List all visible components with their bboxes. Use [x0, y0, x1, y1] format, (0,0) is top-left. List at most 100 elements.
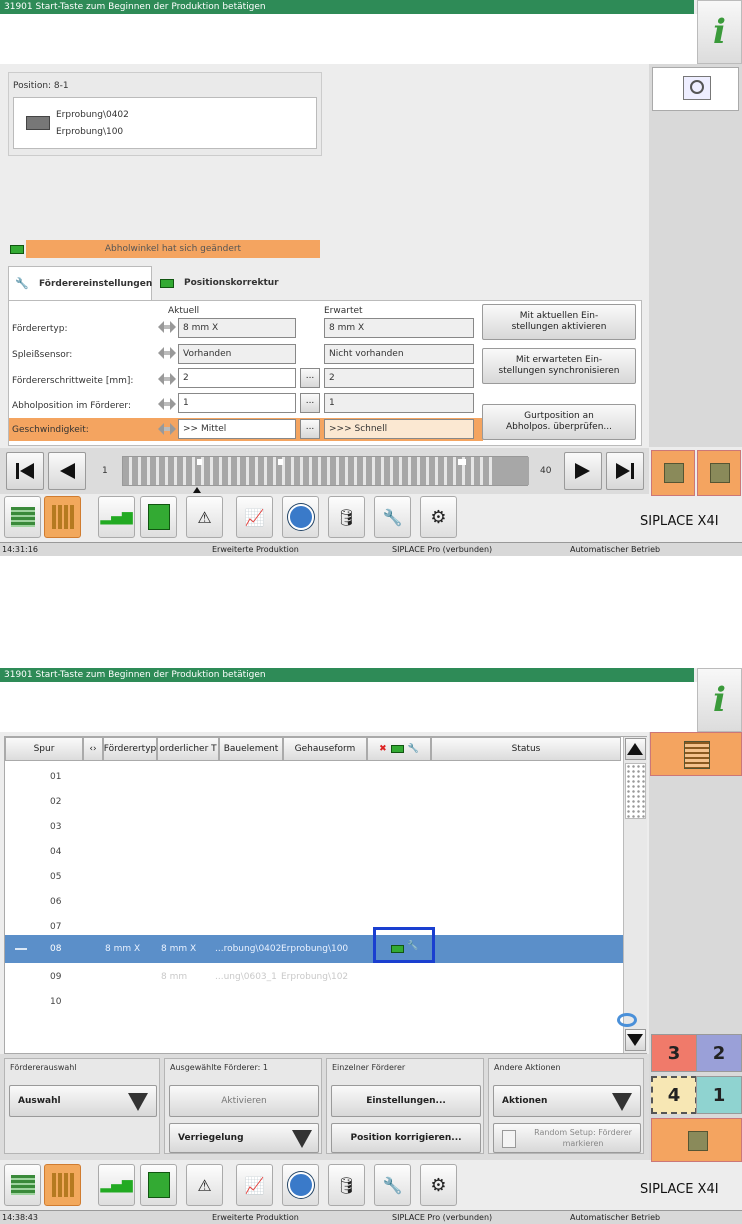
current-feed-pitch-input[interactable]: 2: [178, 368, 296, 388]
toolbar-feeder-grid-button[interactable]: [44, 1164, 81, 1206]
correct-position-button[interactable]: Position korrigieren...: [331, 1123, 481, 1153]
refresh-icon[interactable]: [617, 1013, 637, 1027]
table-row[interactable]: 01: [5, 765, 623, 790]
last-button[interactable]: [606, 452, 644, 490]
row-package: Erprobung\102: [281, 972, 349, 982]
transfer-feeder-all-button[interactable]: [697, 450, 741, 496]
tab-position-correction[interactable]: Positionskorrektur: [154, 268, 304, 298]
table-row[interactable]: 02: [5, 790, 623, 815]
header-feeder-type[interactable]: Förderertyp: [103, 737, 157, 761]
warning-bar: Abholwinkel hat sich geändert: [8, 240, 320, 258]
toolbar-warning-list-button[interactable]: ⚠: [186, 496, 223, 538]
toolbar-money-button[interactable]: [4, 496, 41, 538]
check-tape-position-button[interactable]: Gurtposition an Abholpos. überprüfen...: [482, 404, 636, 440]
toolbar-bar-chart-button[interactable]: ▂▄▆: [98, 1164, 135, 1206]
settings-button[interactable]: Einstellungen...: [331, 1085, 481, 1117]
toolbar-settings-button[interactable]: ⚙: [420, 1164, 457, 1206]
status-time: 14:31:16: [2, 545, 38, 554]
toolbar-settings-button[interactable]: ⚙: [420, 496, 457, 538]
activate-current-settings-button[interactable]: Mit aktuellen Ein-stellungen aktivieren: [482, 304, 636, 340]
lock-dropdown[interactable]: Verriegelung: [169, 1123, 319, 1153]
transfer-feeder-button[interactable]: [651, 450, 695, 496]
header-required-label: orderlicher T: [159, 744, 217, 754]
row-component: ...ung\0603_1: [215, 972, 277, 982]
transfer-feeder-button[interactable]: [651, 1118, 742, 1162]
activate-button[interactable]: Aktivieren: [169, 1085, 319, 1117]
expected-pickup-position: 1: [324, 393, 474, 413]
toolbar-board-button[interactable]: [140, 1164, 177, 1206]
bar-chart-icon: ▂▄▆: [100, 1177, 133, 1193]
transfer-arrow-icon[interactable]: [158, 346, 176, 360]
random-setup-icon: [502, 1130, 516, 1148]
table-row[interactable]: 10: [5, 990, 623, 1015]
tab-feeder-settings[interactable]: 🔧 Förderereinstellungen: [8, 266, 152, 300]
brand-label: SIPLACE X4I: [640, 1182, 719, 1197]
tile-3[interactable]: 3: [651, 1034, 697, 1072]
header-package[interactable]: Gehauseform: [283, 737, 367, 761]
toolbar-oilcan-button[interactable]: 🛢: [328, 496, 365, 538]
table-row[interactable]: 05: [5, 865, 623, 890]
current-pickup-position-input[interactable]: 1: [178, 393, 296, 413]
toolbar-oilcan-button[interactable]: 🛢: [328, 1164, 365, 1206]
transfer-arrow-icon[interactable]: [158, 372, 176, 386]
first-button[interactable]: [6, 452, 44, 490]
toolbar-nozzle-button[interactable]: 🔧: [374, 1164, 411, 1206]
toolbar-trend-chart-button[interactable]: 📈: [236, 496, 273, 538]
transfer-arrow-icon[interactable]: [158, 397, 176, 411]
header-icons[interactable]: ✖ 🔧: [367, 737, 431, 761]
transfer-arrow-icon[interactable]: [158, 320, 176, 334]
header-required-type[interactable]: orderlicher T: [157, 737, 219, 761]
position-panel: Position: 8-1 Erprobung\0402 Erprobung\1…: [8, 72, 322, 156]
magnifier-icon: [683, 76, 711, 100]
toolbar-nozzle-button[interactable]: 🔧: [374, 496, 411, 538]
feeder-table: Spur ‹› Förderertyp orderlicher T Bauele…: [4, 736, 647, 1054]
nozzle-icon: 🔧: [382, 507, 403, 527]
scroll-thumb[interactable]: [625, 763, 646, 819]
header-status[interactable]: Status: [431, 737, 621, 761]
random-setup-button[interactable]: Random Setup: Förderer markieren: [493, 1123, 641, 1153]
oilcan-icon: 🛢: [336, 507, 357, 527]
selection-dropdown[interactable]: Auswahl: [9, 1085, 157, 1117]
position-slider[interactable]: [122, 456, 529, 486]
feed-pitch-browse-button[interactable]: ...: [300, 368, 320, 388]
header-swap[interactable]: ‹›: [83, 737, 103, 761]
status-mode: Erweiterte Produktion: [212, 1213, 299, 1222]
toolbar-camera-button[interactable]: [282, 496, 319, 538]
table-row[interactable]: 03: [5, 815, 623, 840]
actions-dropdown[interactable]: Aktionen: [493, 1085, 641, 1117]
tile-1[interactable]: 1: [696, 1076, 742, 1114]
header-spur[interactable]: Spur: [5, 737, 83, 761]
list-view-button[interactable]: [650, 732, 742, 776]
info-button[interactable]: i: [697, 0, 742, 64]
table-row-selected[interactable]: 08 8 mm X 8 mm X ...robung\0402 Erprobun…: [5, 927, 623, 963]
toolbar-money-button[interactable]: [4, 1164, 41, 1206]
toolbar-bar-chart-button[interactable]: ▂▄▆: [98, 496, 135, 538]
group-selected-feeders-title: Ausgewählte Förderer: 1: [170, 1063, 268, 1072]
row-label-speed: Geschwindigkeit:: [12, 425, 89, 435]
table-row[interactable]: 09 8 mm ...ung\0603_1 Erprobung\102: [5, 965, 623, 990]
tile-2[interactable]: 2: [696, 1034, 742, 1072]
tile-4[interactable]: 4: [651, 1076, 697, 1114]
board-icon: [147, 1172, 170, 1198]
scroll-down-button[interactable]: [625, 1029, 646, 1051]
toolbar-camera-button[interactable]: [282, 1164, 319, 1206]
scroll-up-button[interactable]: [625, 738, 646, 760]
header-component[interactable]: Bauelement: [219, 737, 283, 761]
screen-feeder-settings: 31901 Start-Taste zum Beginnen der Produ…: [0, 0, 742, 556]
table-row[interactable]: 06: [5, 890, 623, 915]
toolbar-feeder-grid-button[interactable]: [44, 496, 81, 538]
sync-expected-settings-button[interactable]: Mit erwarteten Ein-stellungen synchronis…: [482, 348, 636, 384]
magnifier-button[interactable]: [652, 67, 739, 111]
table-row[interactable]: 04: [5, 840, 623, 865]
next-button[interactable]: [564, 452, 602, 490]
pickup-position-browse-button[interactable]: ...: [300, 393, 320, 413]
table-scrollbar[interactable]: [623, 737, 647, 1053]
toolbar-trend-chart-button[interactable]: 📈: [236, 1164, 273, 1206]
speed-browse-button[interactable]: ...: [300, 419, 320, 439]
transfer-arrow-icon[interactable]: [158, 422, 176, 436]
toolbar-warning-list-button[interactable]: ⚠: [186, 1164, 223, 1206]
previous-button[interactable]: [48, 452, 86, 490]
info-button[interactable]: i: [697, 668, 742, 732]
toolbar-board-button[interactable]: [140, 496, 177, 538]
current-speed-input[interactable]: >> Mittel: [178, 419, 296, 439]
